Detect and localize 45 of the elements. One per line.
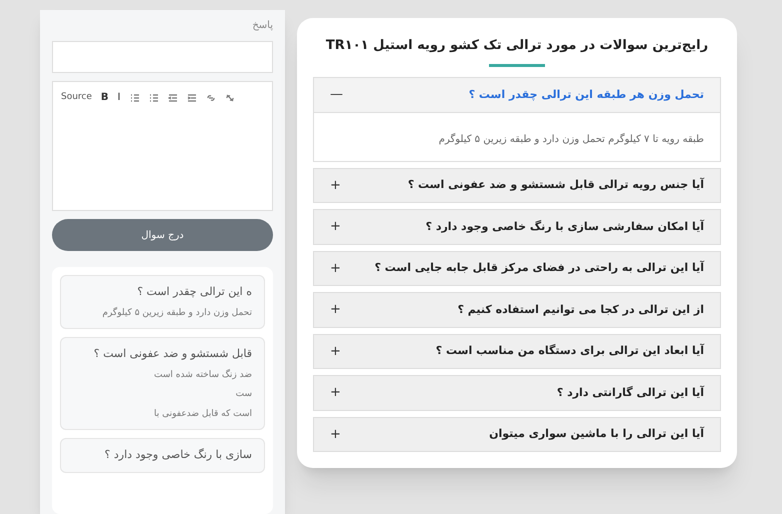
question-text: از این ترالی در کجا می توانیم استفاده کنیم ؟ [458, 302, 704, 318]
toggle-sign: + [330, 260, 341, 278]
question-text: آیا این ترالی را با ماشین سواری میتوان [489, 426, 704, 442]
italic-button[interactable]: I [118, 90, 120, 105]
rich-text-editor[interactable]: Source B I [52, 81, 273, 211]
question-text: تحمل وزن هر طبقه این ترالی چقدر است ؟ [468, 86, 704, 103]
toggle-sign: + [330, 218, 341, 236]
accordion-header[interactable]: آیا این ترالی را با ماشین سواری میتوان + [313, 416, 721, 452]
question-title: ه این ترالی چقدر است ؟ [136, 284, 252, 300]
answer-text: تحمل وزن دارد و طبقه زیرین ۵ کیلوگرم [101, 306, 252, 320]
toggle-sign: + [330, 426, 341, 444]
answer-label: پاسخ [252, 19, 273, 33]
outdent-icon[interactable] [168, 92, 178, 102]
question-text: آیا جنس رویه ترالی قابل شستشو و ضد عفونی است ؟ [408, 177, 704, 193]
faq-title: رایج‌ترین سوالات در مورد ترالی تک کشو رویه استیل TR۱۰۱ [324, 37, 710, 55]
question-text: آیا ابعاد این ترالی برای دستگاه من مناسب است ؟ [436, 343, 704, 359]
accordion-header[interactable]: آیا این ترالی به راحتی در فضای مرکز قابل جابه جایی است ؟ + [313, 250, 721, 286]
source-button[interactable]: Source [61, 90, 92, 104]
answer-text: ست [234, 388, 252, 401]
toggle-sign: + [330, 342, 341, 360]
toggle-sign: + [330, 301, 341, 319]
question-title: سازی با رنگ خاصی وجود دارد ؟ [104, 447, 252, 463]
toggle-sign: — [330, 86, 343, 104]
question-text: آیا این ترالی گارانتی دارد ؟ [556, 384, 704, 401]
answer-text: طبقه رویه تا ۷ کیلوگرم تحمل وزن دارد و طبقه زیرین ۵ کیلوگرم [438, 134, 704, 144]
question-title: قابل شستشو و ضد عفونی است ؟ [92, 346, 252, 362]
question-text: آیا امکان سفارشی سازی با رنگ خاصی وجود دارد ؟ [426, 218, 704, 235]
toggle-sign: + [330, 176, 341, 194]
bold-button[interactable]: B [100, 90, 109, 105]
title-underline [489, 64, 545, 67]
bulleted-list-icon[interactable] [148, 92, 158, 102]
toggle-sign: + [330, 384, 341, 402]
accordion-header[interactable]: آیا جنس رویه ترالی قابل شستشو و ضد عفونی است ؟ + [313, 168, 721, 203]
input-field[interactable] [52, 41, 273, 73]
answer-text: است که قابل ضدعفونی با [153, 408, 252, 420]
accordion-header[interactable]: از این ترالی در کجا می توانیم استفاده کنیم ؟ + [313, 292, 721, 328]
accordion-header[interactable]: آیا ابعاد این ترالی برای دستگاه من مناسب است ؟ + [313, 334, 721, 369]
link-icon[interactable] [206, 92, 216, 102]
question-text: آیا این ترالی به راحتی در فضای مرکز قابل جابه جایی است ؟ [374, 260, 704, 276]
accordion-header[interactable]: تحمل وزن هر طبقه این ترالی چقدر است ؟ — [313, 77, 721, 112]
indent-icon[interactable] [186, 92, 196, 102]
accordion-header[interactable]: آیا این ترالی گارانتی دارد ؟ + [313, 375, 721, 410]
answer-text: ضد زنگ ساخته شده است [153, 368, 252, 382]
submit-question-button[interactable]: درج سوال [52, 219, 273, 251]
accordion-header[interactable]: آیا امکان سفارشی سازی با رنگ خاصی وجود دارد ؟ + [313, 209, 721, 244]
